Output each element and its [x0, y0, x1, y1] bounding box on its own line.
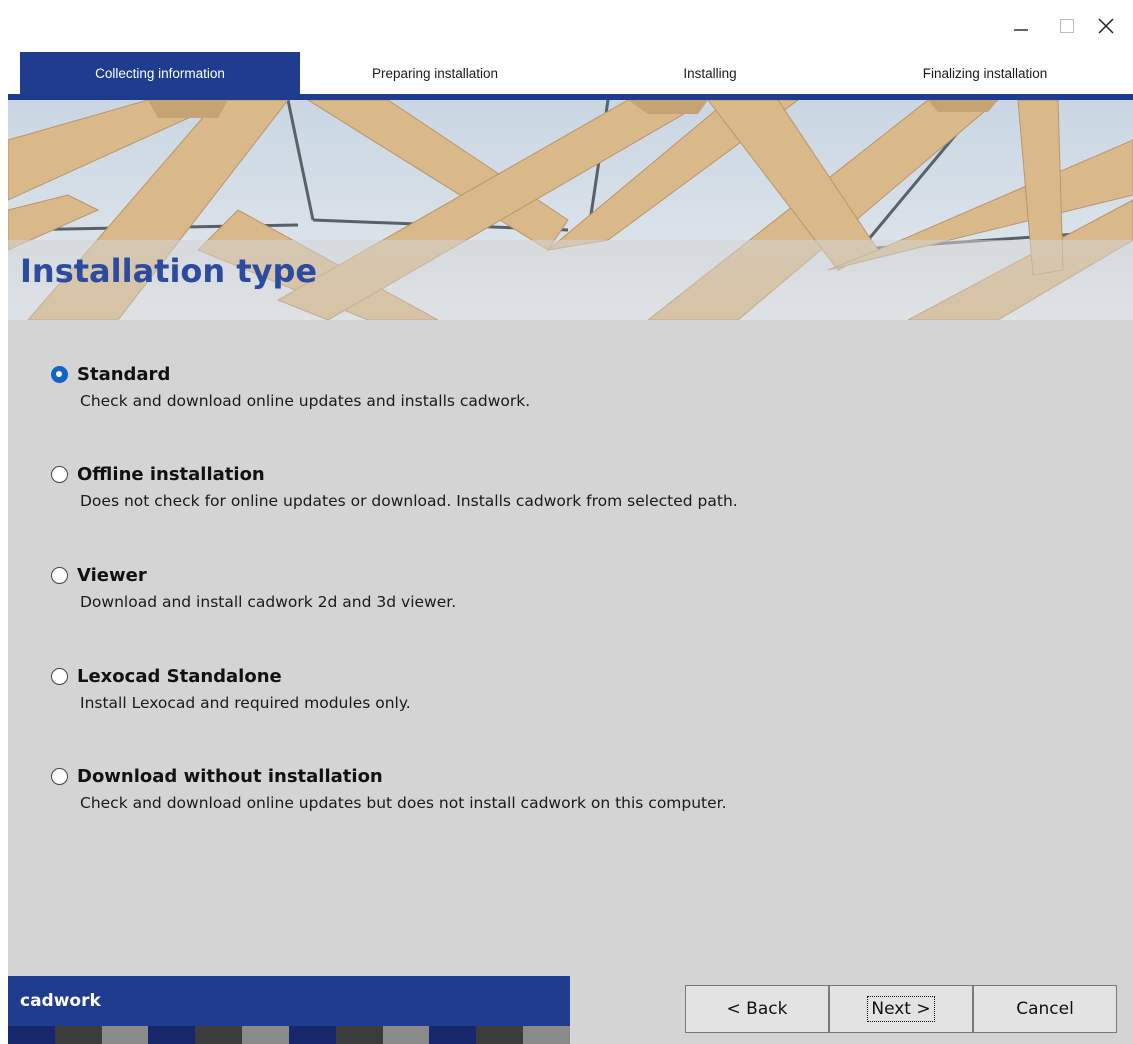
download-without-installation-radio[interactable] — [51, 767, 68, 785]
back-button-label: < Back — [726, 999, 788, 1019]
option-description: Check and download online updates and in… — [80, 392, 531, 410]
option-label: Standard — [77, 363, 171, 385]
title-bar — [0, 0, 1133, 52]
option-description: Install Lexocad and required modules onl… — [80, 694, 411, 712]
step-collecting-information: Collecting information — [20, 52, 300, 94]
header-banner: Installation type — [8, 100, 1133, 320]
option-lexocad-radio-row[interactable]: Lexocad Standalone — [51, 664, 282, 688]
close-icon — [1098, 18, 1114, 34]
option-offline-radio-row[interactable]: Offline installation — [51, 462, 265, 486]
cancel-button[interactable]: Cancel — [973, 985, 1117, 1033]
installation-steps: Collecting information Preparing install… — [8, 52, 1133, 94]
cancel-button-label: Cancel — [1016, 999, 1074, 1019]
option-label: Lexocad Standalone — [77, 665, 282, 687]
offline-installation-radio[interactable] — [51, 465, 68, 483]
back-button[interactable]: < Back — [685, 985, 829, 1033]
maximize-icon — [1060, 19, 1074, 33]
viewer-radio[interactable] — [51, 566, 68, 584]
brand-name: cadwork — [20, 991, 101, 1011]
option-description: Download and install cadwork 2d and 3d v… — [80, 593, 457, 611]
option-description: Does not check for online updates or dow… — [80, 492, 738, 510]
page-title: Installation type — [20, 252, 318, 290]
next-button[interactable]: Next > — [829, 985, 973, 1033]
brand-stripes — [8, 1026, 570, 1044]
minimize-button[interactable] — [998, 6, 1044, 46]
close-button[interactable] — [1083, 6, 1129, 46]
options-panel: Standard Check and download online updat… — [8, 320, 1133, 1044]
step-finalizing-installation: Finalizing installation — [922, 65, 1048, 81]
option-description: Check and download online updates but do… — [80, 794, 727, 812]
step-installing: Installing — [683, 65, 737, 81]
brand-bar: cadwork — [8, 976, 570, 1026]
minimize-icon — [1014, 29, 1028, 31]
option-label: Viewer — [77, 564, 147, 586]
standard-radio[interactable] — [51, 365, 68, 383]
option-standard-radio-row[interactable]: Standard — [51, 362, 170, 386]
option-label: Download without installation — [77, 765, 383, 787]
option-viewer-radio-row[interactable]: Viewer — [51, 563, 147, 587]
lexocad-standalone-radio[interactable] — [51, 667, 68, 685]
option-label: Offline installation — [77, 463, 265, 485]
option-download-radio-row[interactable]: Download without installation — [51, 764, 383, 788]
step-preparing-installation: Preparing installation — [371, 65, 499, 81]
next-button-label: Next > — [867, 996, 935, 1022]
